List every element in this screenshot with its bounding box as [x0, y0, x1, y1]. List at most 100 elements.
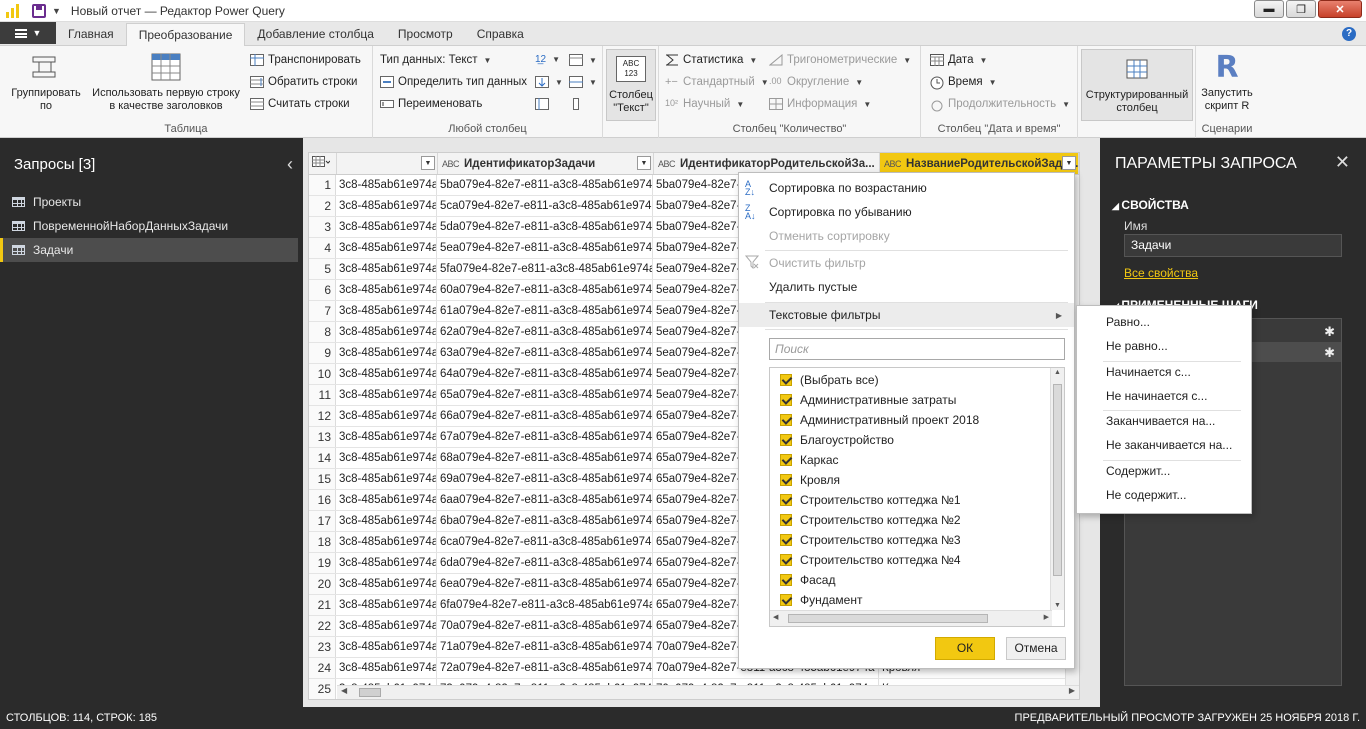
- filter-dropdown-icon[interactable]: ▼: [1062, 156, 1076, 170]
- query-item-tasks[interactable]: Задачи: [0, 238, 298, 262]
- scroll-thumb[interactable]: [788, 614, 988, 623]
- row-number[interactable]: 15: [309, 469, 336, 489]
- quick-access-dropdown-icon[interactable]: ▼: [52, 6, 61, 16]
- table-cell[interactable]: 3c8-485ab61e974a: [336, 553, 437, 573]
- text-column-button[interactable]: ABC 123 Столбец "Текст": [606, 49, 656, 121]
- sort-ascending-item[interactable]: A Z↓ Сортировка по возрастанию: [739, 176, 1074, 200]
- table-cell[interactable]: 6fa079e4-82e7-e811-a3c8-485ab61e974a: [437, 595, 653, 615]
- row-number[interactable]: 12: [309, 406, 336, 426]
- table-cell[interactable]: 3c8-485ab61e974a: [336, 616, 437, 636]
- tab-help[interactable]: Справка: [465, 23, 536, 45]
- sort-descending-item[interactable]: Z A↓ Сортировка по убыванию: [739, 200, 1074, 224]
- checkbox-checked-icon[interactable]: [780, 494, 792, 506]
- table-cell[interactable]: 3c8-485ab61e974a: [336, 280, 437, 300]
- row-number[interactable]: 17: [309, 511, 336, 531]
- filter-list-vertical-scrollbar[interactable]: ▲ ▼: [1050, 368, 1064, 610]
- row-number[interactable]: 8: [309, 322, 336, 342]
- grid-horizontal-scrollbar[interactable]: ◀ ▶: [337, 685, 1079, 699]
- scroll-up-icon[interactable]: ▲: [1054, 369, 1061, 376]
- save-icon[interactable]: [32, 3, 46, 18]
- run-r-script-button[interactable]: R Запустить скрипт R: [1199, 52, 1255, 113]
- row-number[interactable]: 11: [309, 385, 336, 405]
- row-number[interactable]: 19: [309, 553, 336, 573]
- unpivot-button[interactable]: ▼: [569, 76, 597, 88]
- table-cell[interactable]: 3c8-485ab61e974a: [336, 574, 437, 594]
- table-cell[interactable]: 3c8-485ab61e974a: [336, 217, 437, 237]
- pivot-button[interactable]: [535, 98, 549, 110]
- table-cell[interactable]: 5fa079e4-82e7-e811-a3c8-485ab61e974a: [437, 259, 653, 279]
- table-cell[interactable]: 61a079e4-82e7-e811-a3c8-485ab61e974a: [437, 301, 653, 321]
- table-cell[interactable]: 64a079e4-82e7-e811-a3c8-485ab61e974a: [437, 364, 653, 384]
- filter-value-item[interactable]: Благоустройство: [780, 430, 894, 450]
- transpose-button[interactable]: Транспонировать: [250, 54, 361, 66]
- statistics-button[interactable]: Статистика ▼: [665, 54, 757, 66]
- row-number[interactable]: 7: [309, 301, 336, 321]
- filter-value-item[interactable]: Строительство коттеджа №1: [780, 490, 961, 510]
- help-icon[interactable]: ?: [1342, 27, 1356, 41]
- table-cell[interactable]: 5ea079e4-82e7-e811-a3c8-485ab61e974a: [437, 238, 653, 258]
- table-cell[interactable]: 6ca079e4-82e7-e811-a3c8-485ab61e974a: [437, 532, 653, 552]
- checkbox-checked-icon[interactable]: [780, 474, 792, 486]
- query-item-projects[interactable]: Проекты: [0, 190, 303, 214]
- text-filter-option[interactable]: Начинается с...: [1106, 365, 1191, 379]
- query-item-timephased[interactable]: ПовременнойНаборДанныхЗадачи: [0, 214, 303, 238]
- filter-value-item[interactable]: Строительство коттеджа №3: [780, 530, 961, 550]
- gear-icon[interactable]: ✱: [1324, 345, 1335, 361]
- remove-empty-item[interactable]: Удалить пустые: [739, 275, 1074, 299]
- checkbox-checked-icon[interactable]: [780, 454, 792, 466]
- text-filter-option[interactable]: Не заканчивается на...: [1106, 438, 1232, 452]
- trig-button[interactable]: Тригонометрические ▼: [768, 53, 911, 66]
- clear-sort-item[interactable]: Отменить сортировку: [739, 224, 1074, 248]
- properties-section[interactable]: ◢ СВОЙСТВА: [1112, 198, 1189, 212]
- table-cell[interactable]: 3c8-485ab61e974a: [336, 196, 437, 216]
- table-cell[interactable]: 66a079e4-82e7-e811-a3c8-485ab61e974a: [437, 406, 653, 426]
- table-cell[interactable]: 63a079e4-82e7-e811-a3c8-485ab61e974a: [437, 343, 653, 363]
- table-cell[interactable]: 72a079e4-82e7-e811-a3c8-485ab61e974a: [437, 658, 653, 678]
- filter-value-item[interactable]: Строительство коттеджа №4: [780, 550, 961, 570]
- table-cell[interactable]: 3c8-485ab61e974a: [336, 322, 437, 342]
- checkbox-checked-icon[interactable]: [780, 594, 792, 606]
- checkbox-checked-icon[interactable]: [780, 394, 792, 406]
- duration-button[interactable]: Продолжительность ▼: [930, 98, 1070, 112]
- tab-transform[interactable]: Преобразование: [125, 23, 246, 46]
- scroll-right-icon[interactable]: ▶: [1069, 686, 1075, 695]
- tab-add-column[interactable]: Добавление столбца: [245, 23, 386, 45]
- scientific-button[interactable]: 10² Научный ▼: [665, 98, 744, 110]
- time-button[interactable]: Время ▼: [930, 76, 997, 90]
- standard-button[interactable]: +− Стандартный ▼: [665, 76, 769, 88]
- abc-type-icon[interactable]: ABC: [442, 159, 460, 169]
- row-number[interactable]: 10: [309, 364, 336, 384]
- move-column-button[interactable]: [569, 98, 583, 110]
- table-cell[interactable]: 6ea079e4-82e7-e811-a3c8-485ab61e974a: [437, 574, 653, 594]
- all-properties-link[interactable]: Все свойства: [1124, 266, 1198, 280]
- table-cell[interactable]: 68a079e4-82e7-e811-a3c8-485ab61e974a: [437, 448, 653, 468]
- row-number[interactable]: 3: [309, 217, 336, 237]
- scroll-right-icon[interactable]: ▶: [1044, 613, 1049, 621]
- date-button[interactable]: Дата ▼: [930, 54, 987, 66]
- fill-down-button[interactable]: ▼: [535, 76, 563, 88]
- table-cell[interactable]: 6ba079e4-82e7-e811-a3c8-485ab61e974a: [437, 511, 653, 531]
- table-cell[interactable]: 3c8-485ab61e974a: [336, 511, 437, 531]
- checkbox-checked-icon[interactable]: [780, 574, 792, 586]
- data-type-dropdown[interactable]: Тип данных: Текст ▼: [380, 54, 491, 66]
- text-filter-option[interactable]: Заканчивается на...: [1106, 414, 1215, 428]
- row-number[interactable]: 21: [309, 595, 336, 615]
- table-cell[interactable]: 3c8-485ab61e974a: [336, 343, 437, 363]
- replace-values-button[interactable]: ▼: [569, 54, 597, 66]
- tab-view[interactable]: Просмотр: [386, 23, 465, 45]
- row-number[interactable]: 9: [309, 343, 336, 363]
- query-name-field[interactable]: Задачи: [1124, 234, 1342, 257]
- row-number[interactable]: 6: [309, 280, 336, 300]
- checkbox-checked-icon[interactable]: [780, 414, 792, 426]
- table-cell[interactable]: 65a079e4-82e7-e811-a3c8-485ab61e974a: [437, 385, 653, 405]
- row-number[interactable]: 24: [309, 658, 336, 678]
- table-cell[interactable]: 6aa079e4-82e7-e811-a3c8-485ab61e974a: [437, 490, 653, 510]
- clear-filter-item[interactable]: Очистить фильтр: [739, 251, 1074, 275]
- table-cell[interactable]: 5ba079e4-82e7-e811-a3c8-485ab61e974a: [437, 175, 653, 195]
- table-cell[interactable]: 3c8-485ab61e974a: [336, 301, 437, 321]
- table-cell[interactable]: 3c8-485ab61e974a: [336, 364, 437, 384]
- row-number[interactable]: 13: [309, 427, 336, 447]
- filter-value-item[interactable]: Фасад: [780, 570, 835, 590]
- table-cell[interactable]: 3c8-485ab61e974a: [336, 259, 437, 279]
- filter-value-item[interactable]: Кровля: [780, 470, 840, 490]
